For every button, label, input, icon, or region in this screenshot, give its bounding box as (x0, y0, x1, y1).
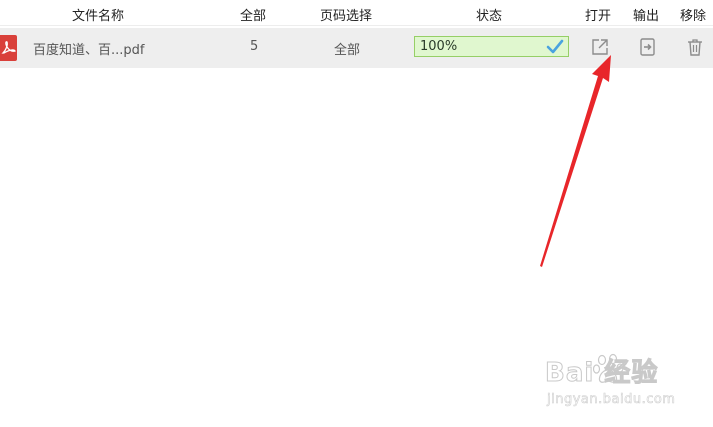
progress-text: 100% (420, 39, 458, 54)
column-header-open: 打开 (585, 9, 612, 24)
remove-button[interactable] (685, 37, 705, 57)
column-header-status[interactable]: 状态 (476, 5, 502, 24)
file-row[interactable]: 百度知道、百...pdf 5 全部 100% (0, 28, 713, 68)
column-header-page-selection[interactable]: 页码选择 (320, 5, 372, 24)
file-name: 百度知道、百...pdf (33, 43, 145, 58)
export-button[interactable] (638, 37, 658, 57)
file-list-header: 文件名称 全部 页码选择 状态 打开 输出 移除 (0, 0, 713, 26)
open-button[interactable] (590, 37, 610, 57)
pdf-converter-window: 文件名称 全部 页码选择 状态 打开 输出 移除 百度知道、百...pdf 5 … (0, 0, 713, 427)
export-icon (640, 38, 655, 56)
page-selection-value[interactable]: 全部 (334, 39, 360, 58)
watermark-url: jingyan.baidu.com (547, 392, 676, 408)
column-header-remove: 移除 (680, 9, 707, 24)
check-icon (546, 39, 564, 54)
baidu-jingyan-watermark: Bai 经验 jingyan.baidu.com (544, 352, 695, 412)
pdf-file-icon (0, 35, 17, 61)
trash-icon (688, 39, 702, 56)
column-header-total[interactable]: 全部 (240, 5, 266, 24)
header-divider (0, 25, 713, 26)
watermark-brand: Bai 经验 (544, 358, 659, 389)
total-pages-value: 5 (250, 39, 259, 54)
open-external-icon (592, 39, 608, 55)
conversion-progress-bar: 100% (414, 36, 569, 57)
column-header-export: 输出 (633, 9, 660, 24)
column-header-file-name[interactable]: 文件名称 (72, 5, 124, 24)
